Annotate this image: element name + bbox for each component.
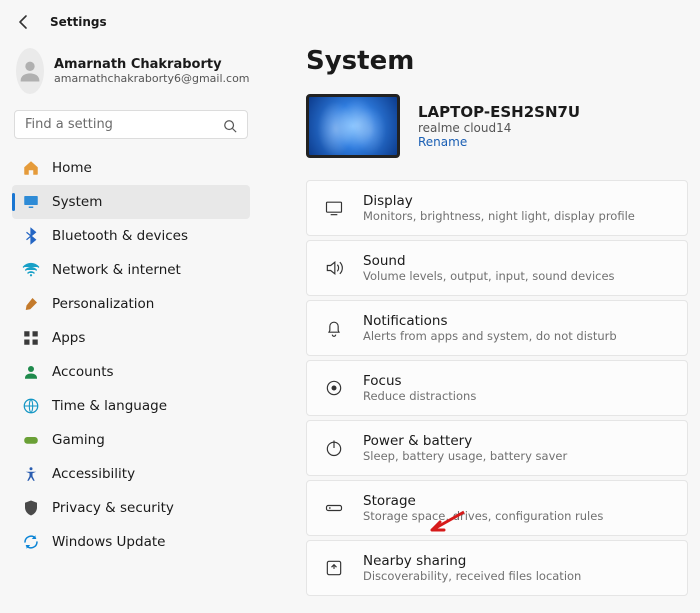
nav-list: Home System Bluetooth & devices Network …: [12, 151, 250, 559]
setting-power[interactable]: Power & battery Sleep, battery usage, ba…: [306, 420, 688, 476]
setting-nearby-sharing[interactable]: Nearby sharing Discoverability, received…: [306, 540, 688, 596]
card-sub: Storage space, drives, configuration rul…: [363, 509, 603, 523]
share-icon: [323, 557, 345, 579]
sidebar-item-label: Bluetooth & devices: [52, 228, 188, 244]
sidebar-item-label: Personalization: [52, 296, 154, 312]
card-sub: Reduce distractions: [363, 389, 476, 403]
person-icon: [22, 363, 40, 381]
bell-icon: [323, 317, 345, 339]
setting-focus[interactable]: Focus Reduce distractions: [306, 360, 688, 416]
card-sub: Sleep, battery usage, battery saver: [363, 449, 567, 463]
brush-icon: [22, 295, 40, 313]
system-icon: [22, 193, 40, 211]
card-sub: Monitors, brightness, night light, displ…: [363, 209, 635, 223]
device-model: realme cloud14: [418, 121, 580, 135]
card-title: Display: [363, 193, 635, 209]
sidebar-item-label: Accounts: [52, 364, 114, 380]
sidebar-item-bluetooth[interactable]: Bluetooth & devices: [12, 219, 250, 253]
sidebar-item-personalization[interactable]: Personalization: [12, 287, 250, 321]
search-box[interactable]: [14, 110, 248, 139]
card-title: Storage: [363, 493, 603, 509]
sidebar-item-system[interactable]: System: [12, 185, 250, 219]
storage-icon: [323, 497, 345, 519]
setting-notifications[interactable]: Notifications Alerts from apps and syste…: [306, 300, 688, 356]
setting-display[interactable]: Display Monitors, brightness, night ligh…: [306, 180, 688, 236]
card-title: Notifications: [363, 313, 617, 329]
profile-email: amarnathchakraborty6@gmail.com: [54, 72, 250, 85]
app-title: Settings: [50, 15, 107, 29]
avatar: [16, 48, 44, 94]
power-icon: [323, 437, 345, 459]
sidebar-item-time-language[interactable]: Time & language: [12, 389, 250, 423]
profile-name: Amarnath Chakraborty: [54, 57, 250, 73]
card-sub: Volume levels, output, input, sound devi…: [363, 269, 615, 283]
settings-list: Display Monitors, brightness, night ligh…: [306, 180, 688, 596]
shield-icon: [22, 499, 40, 517]
card-title: Power & battery: [363, 433, 567, 449]
page-title: System: [306, 46, 688, 76]
sidebar-item-accounts[interactable]: Accounts: [12, 355, 250, 389]
sidebar-item-network[interactable]: Network & internet: [12, 253, 250, 287]
card-sub: Alerts from apps and system, do not dist…: [363, 329, 617, 343]
sidebar-item-accessibility[interactable]: Accessibility: [12, 457, 250, 491]
sidebar-item-label: System: [52, 194, 102, 210]
globe-icon: [22, 397, 40, 415]
focus-icon: [323, 377, 345, 399]
sidebar: Amarnath Chakraborty amarnathchakraborty…: [0, 36, 258, 611]
update-icon: [22, 533, 40, 551]
gamepad-icon: [22, 431, 40, 449]
device-block: LAPTOP-ESH2SN7U realme cloud14 Rename: [306, 94, 688, 158]
display-icon: [323, 197, 345, 219]
sidebar-item-label: Accessibility: [52, 466, 135, 482]
sidebar-item-label: Home: [52, 160, 92, 176]
setting-sound[interactable]: Sound Volume levels, output, input, soun…: [306, 240, 688, 296]
sidebar-item-gaming[interactable]: Gaming: [12, 423, 250, 457]
card-title: Nearby sharing: [363, 553, 581, 569]
card-title: Sound: [363, 253, 615, 269]
apps-icon: [22, 329, 40, 347]
card-title: Focus: [363, 373, 476, 389]
sidebar-item-label: Time & language: [52, 398, 167, 414]
sidebar-item-label: Privacy & security: [52, 500, 174, 516]
device-name: LAPTOP-ESH2SN7U: [418, 103, 580, 121]
home-icon: [22, 159, 40, 177]
profile-block[interactable]: Amarnath Chakraborty amarnathchakraborty…: [12, 44, 250, 108]
rename-link[interactable]: Rename: [418, 135, 580, 149]
accessibility-icon: [22, 465, 40, 483]
back-button[interactable]: [16, 14, 32, 30]
sidebar-item-windows-update[interactable]: Windows Update: [12, 525, 250, 559]
bluetooth-icon: [22, 227, 40, 245]
main-pane: System LAPTOP-ESH2SN7U realme cloud14 Re…: [258, 36, 700, 611]
sound-icon: [323, 257, 345, 279]
sidebar-item-home[interactable]: Home: [12, 151, 250, 185]
card-sub: Discoverability, received files location: [363, 569, 581, 583]
sidebar-item-label: Apps: [52, 330, 85, 346]
device-wallpaper: [306, 94, 400, 158]
sidebar-item-privacy[interactable]: Privacy & security: [12, 491, 250, 525]
sidebar-item-label: Network & internet: [52, 262, 181, 278]
sidebar-item-label: Gaming: [52, 432, 105, 448]
search-icon: [223, 118, 237, 132]
sidebar-item-apps[interactable]: Apps: [12, 321, 250, 355]
sidebar-item-label: Windows Update: [52, 534, 165, 550]
search-input[interactable]: [25, 117, 223, 132]
wifi-icon: [22, 261, 40, 279]
setting-storage[interactable]: Storage Storage space, drives, configura…: [306, 480, 688, 536]
